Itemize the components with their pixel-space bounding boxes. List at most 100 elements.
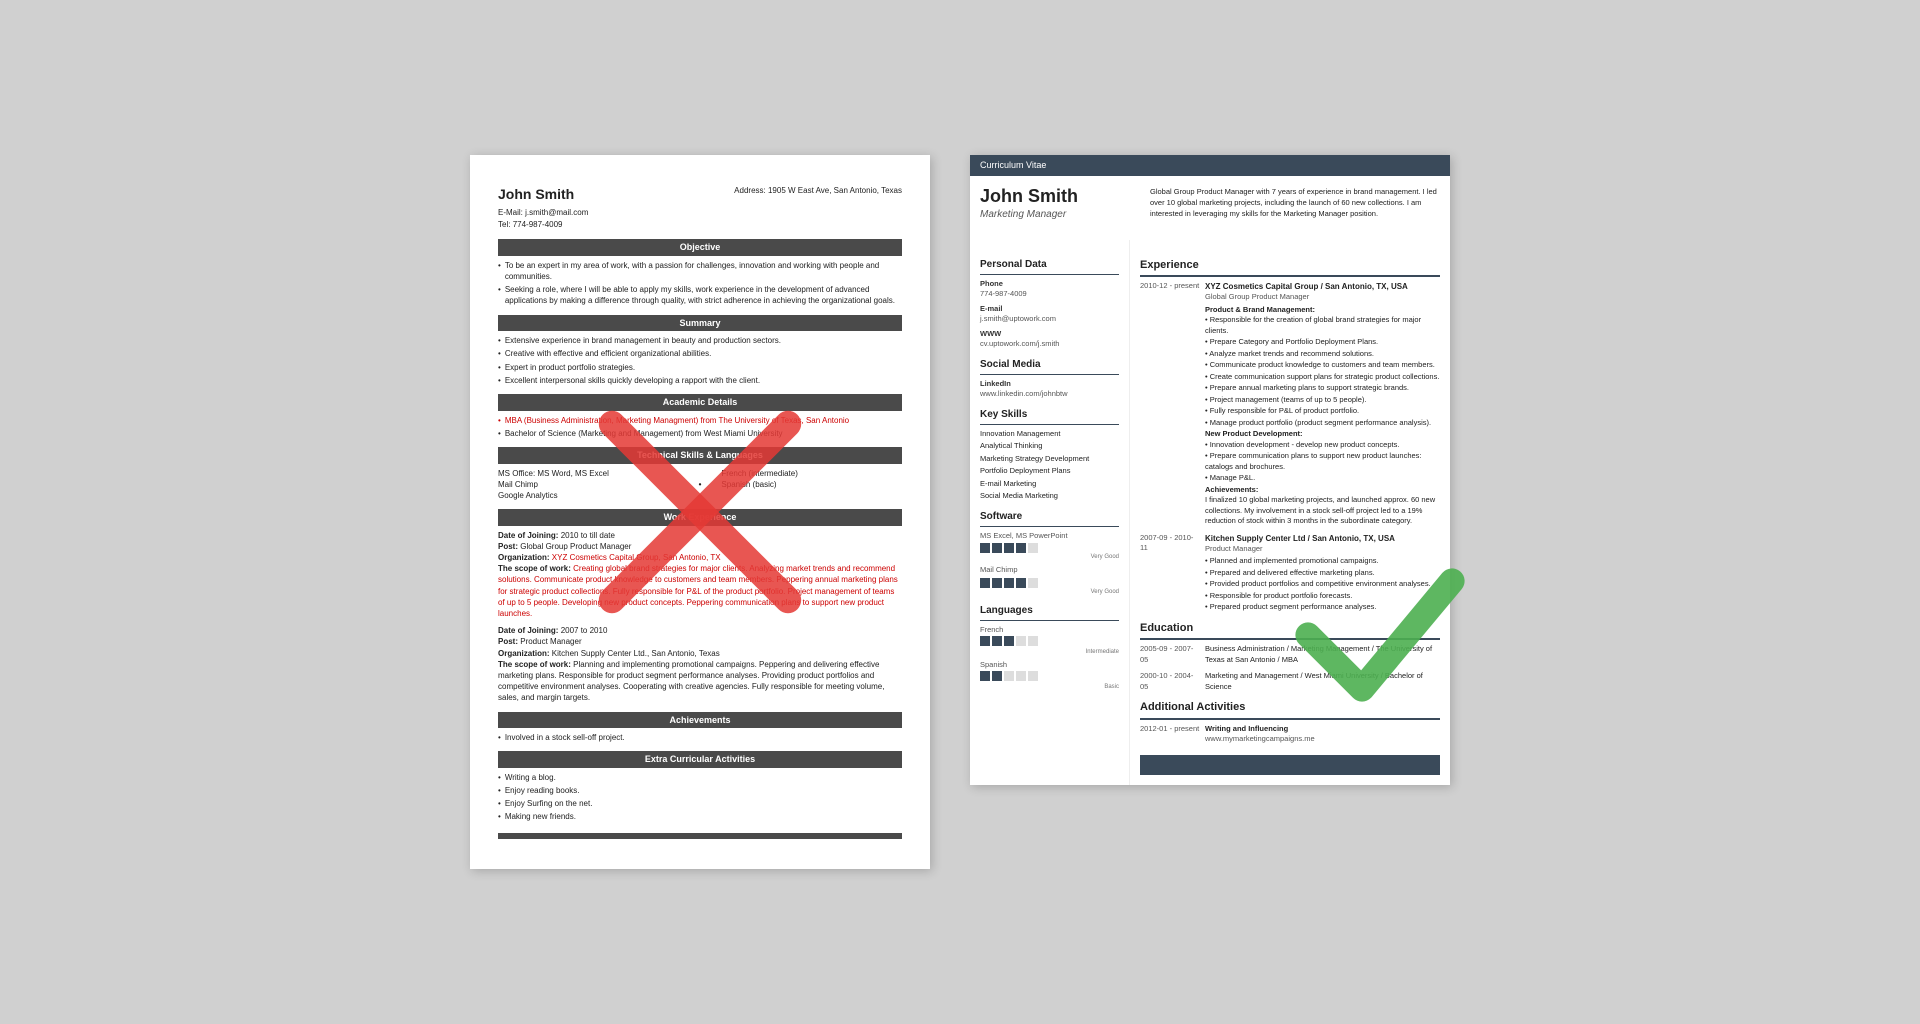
sb2-1 [980,578,990,588]
exp1-pb5: • Create communication support plans for… [1205,372,1440,383]
main-container: John Smith E-Mail: j.smith@mail.com Tel:… [430,115,1490,908]
tech-item-3: Google Analytics [498,490,679,501]
spanish-bar [980,671,1119,681]
email-label: E-mail [980,304,1119,315]
sb2-2 [992,578,1002,588]
education-title: Education [1140,621,1440,640]
resume-body: Personal Data Phone 774-987-4009 E-mail … [970,240,1450,785]
technical-cols: MS Office: MS Word, MS Excel Mail Chimp … [498,468,902,502]
skill-3: Marketing Strategy Development [980,454,1119,465]
linkedin-label: LinkedIn [980,379,1119,390]
exp2-b3: • Provided product portfolios and compet… [1205,579,1440,590]
tel-value: 774-987-4009 [513,220,563,229]
sb1-4 [1016,543,1026,553]
skill-6: Social Media Marketing [980,491,1119,502]
exp1-pb8: • Fully responsible for P&L of product p… [1205,406,1440,417]
good-header: John Smith Marketing Manager Global Grou… [970,176,1450,240]
tech-col2: French (intermediate) Spanish (basic) [721,468,902,502]
sum-bullet-2: Creative with effective and efficient or… [498,348,902,359]
www-label: WWW [980,329,1119,340]
edu2-details: Marketing and Management / West Miami Un… [1205,671,1440,692]
sum-bullet-3: Expert in product portfolio strategies. [498,362,902,373]
work1-org: Organization: XYZ Cosmetics Capital Grou… [498,552,902,563]
work1-post: Post: Global Group Product Manager [498,541,902,552]
tel-line: Tel: 774-987-4009 [498,219,588,230]
www-value: cv.uptowork.com/j.smith [980,339,1119,350]
edu1-dates: 2005-09 - 2007-05 [1140,644,1200,665]
exp1-role: Global Group Product Manager [1205,292,1440,303]
lang-spanish: Spanish Basic [980,660,1119,691]
lang-french: French Intermediate [980,625,1119,656]
sb2-5 [1028,578,1038,588]
sb2-3 [1004,578,1014,588]
key-skills-title: Key Skills [980,408,1119,425]
obj-bullet-1: To be an expert in my area of work, with… [498,260,902,282]
exp1-dates: 2010-12 - present [1140,281,1200,292]
extra-bullet-2: Enjoy reading books. [498,785,902,796]
ach-bullet-1: Involved in a stock sell-off project. [498,732,902,743]
section-work: Work Experience [498,509,902,526]
software-item-2: Mail Chimp Very Good [980,565,1119,596]
good-header-left: John Smith Marketing Manager [980,186,1140,230]
acad-bullet-2: Bachelor of Science (Marketing and Manag… [498,428,902,439]
fb3 [1004,636,1014,646]
exp1-pb-label: Product & Brand Management: [1205,305,1440,316]
email-line: E-Mail: j.smith@mail.com [498,207,588,218]
bottom-bar-good [1140,755,1440,775]
sidebar: Personal Data Phone 774-987-4009 E-mail … [970,240,1130,785]
sb1-5 [1028,543,1038,553]
work-entry-1: Date of Joining: 2010 to till date Post:… [498,530,902,620]
additional-title: Additional Activities [1140,700,1440,719]
sb2-4 [1016,578,1026,588]
tech-item-2: Mail Chimp [498,479,679,490]
tech-item-1: MS Office: MS Word, MS Excel [498,468,679,479]
obj-bullet-2: Seeking a role, where I will be able to … [498,284,902,306]
main-content: Experience 2010-12 - present XYZ Cosmeti… [1130,240,1450,785]
lang-item-1: French (intermediate) [721,468,902,479]
cv-banner: Curriculum Vitae [970,155,1450,176]
section-technical: Technical Skills & Languages [498,447,902,464]
software-title: Software [980,510,1119,527]
work2-scope: The scope of work: Planning and implemen… [498,659,902,704]
social-media-title: Social Media [980,358,1119,375]
languages-title: Languages [980,604,1119,621]
spb4 [1016,671,1026,681]
sb1-2 [992,543,1002,553]
tech-col1: MS Office: MS Word, MS Excel Mail Chimp … [498,468,679,502]
section-extra: Extra Curricular Activities [498,751,902,768]
skill-5: E-mail Marketing [980,479,1119,490]
exp1-pb7: • Project management (teams of up to 5 p… [1205,395,1440,406]
contact-header: John Smith E-Mail: j.smith@mail.com Tel:… [498,185,902,231]
exp1-details: XYZ Cosmetics Capital Group / San Antoni… [1205,281,1440,527]
sum-bullet-1: Extensive experience in brand management… [498,335,902,346]
software-bar-2 [980,578,1119,588]
exp2-company: Kitchen Supply Center Ltd / San Antonio,… [1205,533,1440,544]
bottom-bar [498,833,902,839]
acad-bullet-1: MBA (Business Administration, Marketing … [498,415,902,426]
work2-org: Organization: Kitchen Supply Center Ltd.… [498,648,902,659]
exp2-b4: • Responsible for product portfolio fore… [1205,591,1440,602]
name-left: John Smith [498,185,588,205]
exp2-b2: • Prepared and delivered effective marke… [1205,568,1440,579]
add1-value: www.mymarketingcampaigns.me [1205,734,1440,745]
skill-1: Innovation Management [980,429,1119,440]
edu-entry-1: 2005-09 - 2007-05 Business Administratio… [1140,644,1440,665]
extra-bullet-1: Writing a blog. [498,772,902,783]
software-item-1: MS Excel, MS PowerPoint Very Good [980,531,1119,562]
edu-entry-2: 2000-10 - 2004-05 Marketing and Manageme… [1140,671,1440,692]
exp1-npd2: • Prepare communication plans to support… [1205,451,1440,472]
linkedin-value: www.linkedin.com/johnbtw [980,389,1119,400]
fb5 [1028,636,1038,646]
work2-date: Date of Joining: 2007 to 2010 [498,625,902,636]
resume-bad: John Smith E-Mail: j.smith@mail.com Tel:… [470,155,930,868]
address-label: Address: [734,186,766,195]
add1-dates: 2012-01 - present [1140,724,1200,735]
section-objective: Objective [498,239,902,256]
spb3 [1004,671,1014,681]
exp1-npd-label: New Product Development: [1205,429,1440,440]
exp2-role: Product Manager [1205,544,1440,555]
address-value: 1905 W East Ave, San Antonio, Texas [768,186,902,195]
exp-entry-1: 2010-12 - present XYZ Cosmetics Capital … [1140,281,1440,527]
good-name: John Smith [980,186,1140,208]
exp1-ach-label: Achievements: [1205,485,1440,496]
